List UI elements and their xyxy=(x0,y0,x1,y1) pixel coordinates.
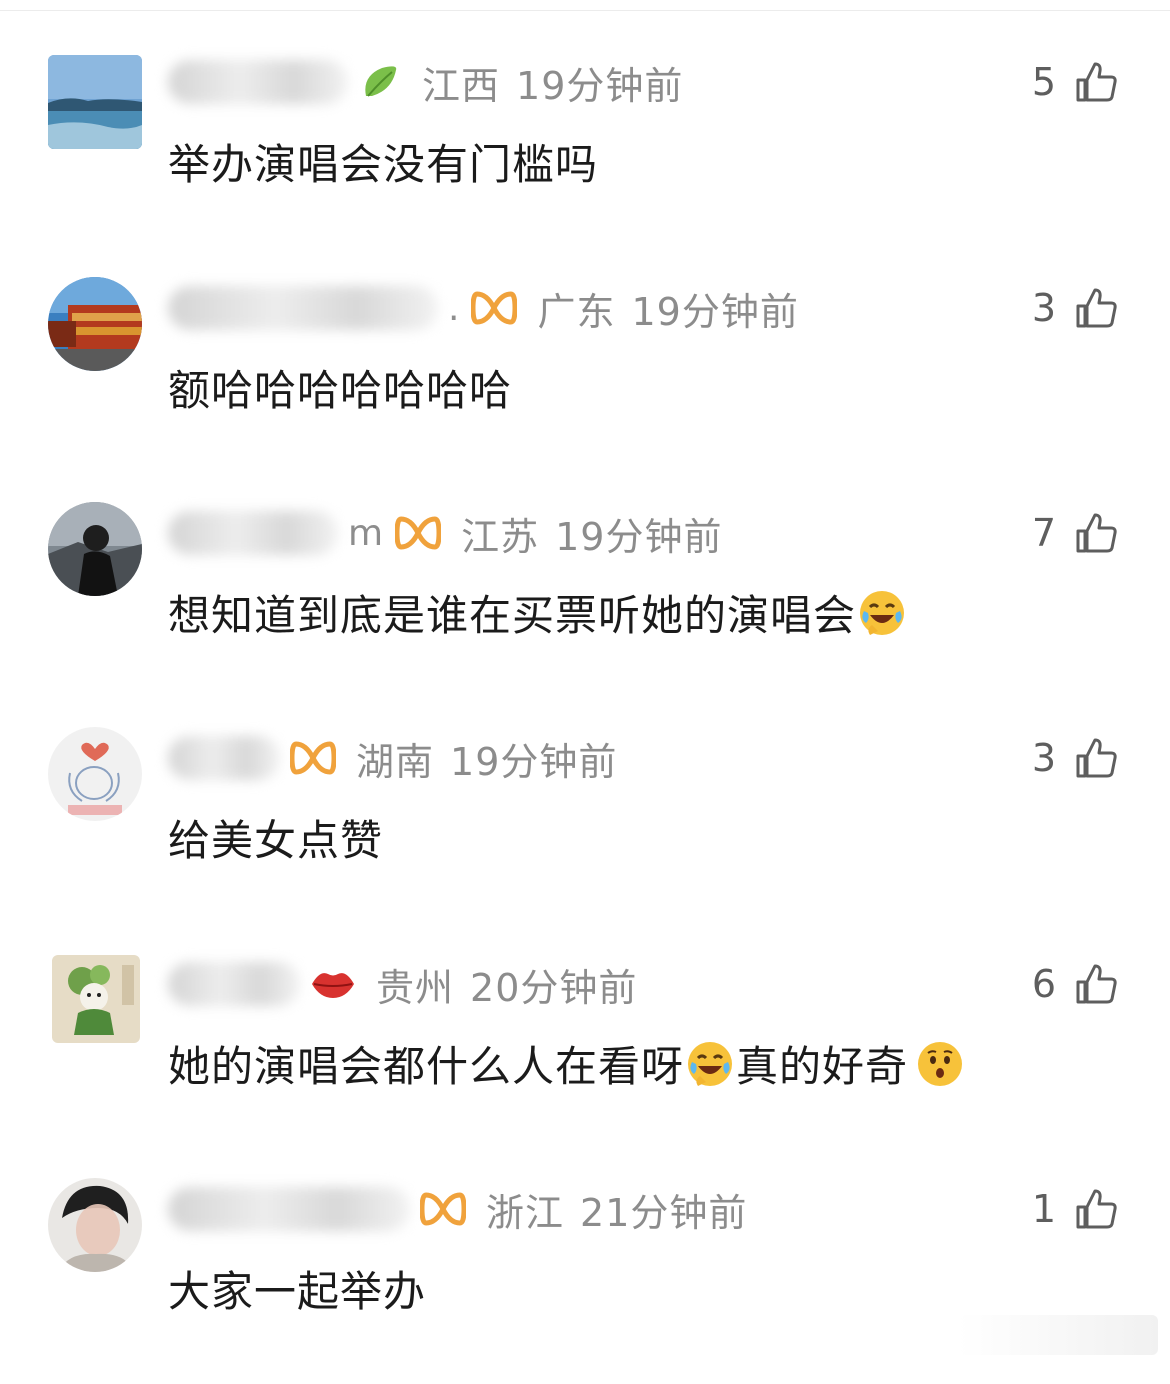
comment-meta: 江西 19分钟前 xyxy=(168,55,683,110)
comment-item: 湖南 19分钟前 3 给美女点赞 xyxy=(0,727,1170,933)
location: 贵州 xyxy=(376,965,455,1010)
comment-location-time: 广东 19分钟前 xyxy=(537,281,798,336)
location: 江苏 xyxy=(461,514,540,559)
comment-text: 她的演唱会都什么人在看呀 真的好奇 xyxy=(168,1033,966,1094)
comment-text-part: 她的演唱会都什么人在看呀 xyxy=(168,1042,685,1091)
thumbs-up-icon xyxy=(1076,738,1117,778)
comment-text: 举办演唱会没有门槛吗 xyxy=(168,131,598,192)
comment-item: . 广东 19分钟前 3 额哈哈哈哈哈哈哈 xyxy=(0,277,1170,483)
username-blurred[interactable] xyxy=(168,60,348,104)
location: 湖南 xyxy=(356,739,435,784)
thumbs-up-icon xyxy=(1076,513,1117,553)
comment-location-time: 湖南 19分钟前 xyxy=(356,731,617,786)
thumbs-up-icon xyxy=(1076,964,1117,1004)
like-button[interactable]: 3 xyxy=(1032,283,1118,333)
comment-text-part: 额哈哈哈哈哈哈哈 xyxy=(168,366,513,415)
avatar[interactable] xyxy=(52,955,140,1043)
location: 江西 xyxy=(422,63,501,108)
avatar[interactable] xyxy=(48,1178,142,1272)
like-button[interactable]: 1 xyxy=(1032,1184,1118,1234)
comment-text-part: 大家一起举办 xyxy=(168,1267,427,1316)
surprised-emoji-icon xyxy=(918,1041,963,1086)
decorative-corner xyxy=(958,1315,1158,1355)
comment-meta: . 广东 19分钟前 xyxy=(168,281,799,336)
comment-meta: 贵州 20分钟前 xyxy=(168,957,637,1012)
timestamp: 19分钟前 xyxy=(631,289,799,334)
comment-location-time: 贵州 20分钟前 xyxy=(376,957,637,1012)
like-button[interactable]: 3 xyxy=(1032,733,1118,783)
lips-badge-icon xyxy=(310,966,356,1002)
comment-item: 江西 19分钟前 5 举办演唱会没有门槛吗 xyxy=(0,55,1170,257)
top-divider xyxy=(0,0,1170,11)
comment-text-part: 给美女点赞 xyxy=(168,816,384,865)
laugh-cry-emoji-icon xyxy=(860,590,905,635)
like-button[interactable]: 5 xyxy=(1032,57,1118,107)
timestamp: 19分钟前 xyxy=(516,63,684,108)
comment-meta: 浙江 21分钟前 xyxy=(168,1182,747,1237)
like-button[interactable]: 6 xyxy=(1032,959,1118,1009)
username-suffix: . xyxy=(448,287,460,329)
comment-location-time: 江苏 19分钟前 xyxy=(461,506,722,561)
comment-location-time: 浙江 21分钟前 xyxy=(486,1182,747,1237)
like-count: 5 xyxy=(1031,60,1056,104)
comment-text: 大家一起举办 xyxy=(168,1258,426,1319)
location: 浙江 xyxy=(486,1190,565,1235)
avatar[interactable] xyxy=(48,55,142,149)
location: 广东 xyxy=(537,289,616,334)
like-count: 1 xyxy=(1031,1187,1056,1231)
comment-meta: 湖南 19分钟前 xyxy=(168,731,617,786)
username-blurred[interactable] xyxy=(168,511,338,555)
leaf-badge-icon xyxy=(358,60,402,104)
username-blurred[interactable] xyxy=(168,1187,410,1231)
vip-badge-icon xyxy=(290,738,336,778)
like-count: 7 xyxy=(1031,511,1056,555)
comment-text: 给美女点赞 xyxy=(168,807,383,868)
timestamp: 19分钟前 xyxy=(450,739,618,784)
thumbs-up-icon xyxy=(1076,62,1117,102)
username-suffix: m xyxy=(348,512,384,554)
vip-badge-icon xyxy=(395,513,442,553)
username-blurred[interactable] xyxy=(168,286,438,330)
username-blurred[interactable] xyxy=(168,962,300,1006)
like-count: 3 xyxy=(1031,736,1056,780)
like-count: 3 xyxy=(1031,286,1056,330)
avatar[interactable] xyxy=(48,277,142,371)
avatar[interactable] xyxy=(48,727,142,821)
comment-item: m 江苏 19分钟前 7 想知道到底是谁在买票听她的演唱会 xyxy=(0,502,1170,708)
comment-text-part: 想知道到底是谁在买票听她的演唱会 xyxy=(168,591,857,640)
vip-badge-icon xyxy=(420,1189,466,1229)
vip-badge-icon xyxy=(471,288,518,328)
like-count: 6 xyxy=(1031,962,1056,1006)
thumbs-up-icon xyxy=(1076,288,1117,328)
avatar[interactable] xyxy=(48,502,142,596)
comment-location-time: 江西 19分钟前 xyxy=(422,55,683,110)
username-blurred[interactable] xyxy=(168,736,280,780)
thumbs-up-icon xyxy=(1076,1189,1117,1229)
comment-text: 额哈哈哈哈哈哈哈 xyxy=(168,357,512,418)
like-button[interactable]: 7 xyxy=(1032,508,1118,558)
comment-meta: m 江苏 19分钟前 xyxy=(168,506,722,561)
timestamp: 21分钟前 xyxy=(580,1190,748,1235)
comment-text-part: 真的好奇 xyxy=(736,1042,909,1091)
comment-text-part: 举办演唱会没有门槛吗 xyxy=(168,140,599,189)
laugh-cry-emoji-icon xyxy=(688,1041,733,1086)
comment-text: 想知道到底是谁在买票听她的演唱会 xyxy=(168,582,908,643)
comment-item: 贵州 20分钟前 6 她的演唱会都什么人在看呀 真的好奇 xyxy=(0,955,1170,1159)
timestamp: 20分钟前 xyxy=(470,965,638,1010)
timestamp: 19分钟前 xyxy=(555,514,723,559)
